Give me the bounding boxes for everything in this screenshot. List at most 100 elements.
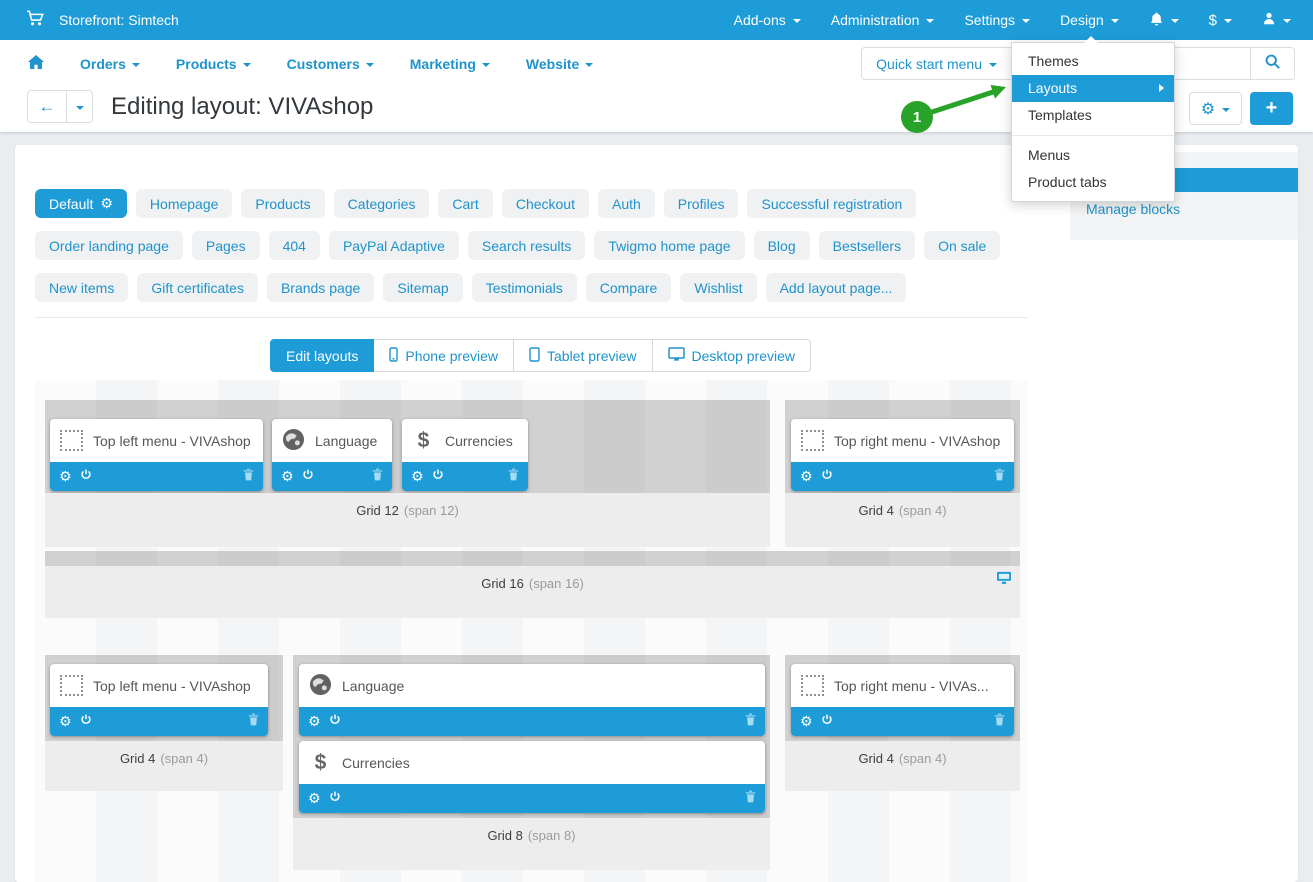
home-button[interactable] (28, 55, 44, 72)
nav-item-website[interactable]: Website (526, 56, 593, 72)
menu-item-menus[interactable]: Menus (1012, 142, 1174, 169)
block-language[interactable]: Language ⚙ (272, 419, 392, 491)
back-button-group: ← (27, 90, 93, 123)
menu-divider (1012, 135, 1174, 136)
block-top-left-menu[interactable]: Top left menu - VIVAshop ⚙ (50, 419, 263, 491)
layout-page-pill[interactable]: Compare (586, 273, 672, 302)
block-settings-icon[interactable]: ⚙ (411, 468, 424, 485)
block-power-icon[interactable] (432, 468, 444, 486)
block-settings-icon[interactable]: ⚙ (800, 468, 813, 485)
menu-item-product-tabs[interactable]: Product tabs (1012, 169, 1174, 196)
layout-page-pill[interactable]: Bestsellers (819, 231, 915, 260)
manage-blocks-link[interactable]: Manage blocks (1086, 201, 1180, 217)
dollar-icon: $ (412, 429, 435, 453)
block-delete-icon[interactable] (508, 468, 519, 486)
layout-page-pill[interactable]: PayPal Adaptive (329, 231, 459, 260)
back-button[interactable]: ← (27, 90, 67, 123)
block-top-left-menu[interactable]: Top left menu - VIVAshop ⚙ (50, 664, 268, 736)
notifications-menu[interactable] (1149, 11, 1179, 30)
layout-page-pill[interactable]: Successful registration (747, 189, 916, 218)
layout-page-pill[interactable]: 404 (269, 231, 320, 260)
user-menu[interactable] (1262, 11, 1291, 29)
block-power-icon[interactable] (329, 713, 341, 731)
layout-page-pill[interactable]: Gift certificates (137, 273, 258, 302)
topbar-item-settings[interactable]: Settings (964, 12, 1030, 28)
layout-page-pill-add[interactable]: Add layout page... (766, 273, 907, 302)
block-currencies[interactable]: $ Currencies ⚙ (402, 419, 528, 491)
block-top-right-menu[interactable]: Top right menu - VIVAshop ⚙ (791, 419, 1014, 491)
tab-phone-preview[interactable]: Phone preview (374, 339, 514, 372)
layout-page-pill[interactable]: Wishlist (680, 273, 756, 302)
topbar-item-administration[interactable]: Administration (831, 12, 935, 28)
layout-page-pill[interactable]: Blog (754, 231, 810, 260)
gear-icon[interactable]: ⚙ (100, 195, 113, 212)
tab-desktop-preview[interactable]: Desktop preview (653, 339, 812, 372)
layout-page-pill[interactable]: Products (241, 189, 324, 218)
layout-page-pill[interactable]: On sale (924, 231, 1000, 260)
layout-page-pill[interactable]: Homepage (136, 189, 233, 218)
layout-page-pill[interactable]: Twigmo home page (594, 231, 744, 260)
topbar-item-design[interactable]: Design (1060, 12, 1119, 28)
currency-menu[interactable]: $ (1209, 12, 1232, 29)
block-power-icon[interactable] (80, 468, 92, 486)
layout-page-pill[interactable]: Testimonials (472, 273, 577, 302)
back-dropdown-button[interactable] (67, 90, 93, 123)
dollar-icon: $ (309, 751, 332, 775)
layout-page-pill[interactable]: Checkout (502, 189, 589, 218)
block-settings-icon[interactable]: ⚙ (281, 468, 294, 485)
block-settings-icon[interactable]: ⚙ (308, 713, 321, 730)
block-delete-icon[interactable] (248, 713, 259, 731)
block-delete-icon[interactable] (994, 468, 1005, 486)
quick-start-menu-button[interactable]: Quick start menu (862, 48, 1012, 79)
tab-tablet-preview[interactable]: Tablet preview (514, 339, 653, 372)
desktop-only-icon[interactable] (996, 571, 1012, 588)
layout-page-pill[interactable]: Sitemap (383, 273, 462, 302)
chevron-down-icon (243, 63, 251, 67)
layout-page-pill[interactable]: Order landing page (35, 231, 183, 260)
menu-item-themes[interactable]: Themes (1012, 48, 1174, 75)
block-language[interactable]: Language ⚙ (299, 664, 765, 736)
block-settings-icon[interactable]: ⚙ (800, 713, 813, 730)
search-button[interactable] (1250, 48, 1294, 79)
block-delete-icon[interactable] (372, 468, 383, 486)
menu-item-templates[interactable]: Templates (1012, 102, 1174, 129)
block-power-icon[interactable] (302, 468, 314, 486)
storefront-label[interactable]: Storefront: Simtech (59, 12, 179, 28)
layout-page-pill[interactable]: Pages (192, 231, 260, 260)
nav-item-marketing[interactable]: Marketing (410, 56, 490, 72)
layout-page-pill[interactable]: Cart (438, 189, 492, 218)
add-button[interactable]: + (1250, 92, 1293, 125)
block-settings-icon[interactable]: ⚙ (59, 468, 72, 485)
block-label: Language (342, 678, 404, 694)
layout-editor-canvas: Top left menu - VIVAshop ⚙ Language ⚙ $ … (35, 380, 1028, 882)
block-power-icon[interactable] (329, 790, 341, 808)
block-settings-icon[interactable]: ⚙ (59, 713, 72, 730)
block-power-icon[interactable] (821, 713, 833, 731)
nav-item-orders[interactable]: Orders (80, 56, 140, 72)
block-delete-icon[interactable] (243, 468, 254, 486)
layout-page-pill[interactable]: Search results (468, 231, 585, 260)
cart-icon[interactable] (26, 10, 45, 30)
block-delete-icon[interactable] (994, 713, 1005, 731)
menu-item-layouts[interactable]: Layouts (1012, 75, 1174, 102)
nav-item-customers[interactable]: Customers (287, 56, 374, 72)
topbar-item-addons[interactable]: Add-ons (734, 12, 801, 28)
layout-page-pill-default[interactable]: Default ⚙ (35, 189, 127, 218)
layout-page-pill[interactable]: Profiles (664, 189, 739, 218)
block-delete-icon[interactable] (745, 790, 756, 808)
grid8-label-area: Grid 8(span 8) (293, 818, 770, 870)
tab-edit-layouts[interactable]: Edit layouts (270, 339, 374, 372)
layout-page-pill[interactable]: Brands page (267, 273, 374, 302)
layout-page-pill[interactable]: New items (35, 273, 128, 302)
block-settings-icon[interactable]: ⚙ (308, 790, 321, 807)
block-power-icon[interactable] (80, 713, 92, 731)
layout-page-pill[interactable]: Categories (334, 189, 430, 218)
nav-item-products[interactable]: Products (176, 56, 251, 72)
bell-icon (1149, 11, 1164, 30)
block-delete-icon[interactable] (745, 713, 756, 731)
block-power-icon[interactable] (821, 468, 833, 486)
block-top-right-menu[interactable]: Top right menu - VIVAs... ⚙ (791, 664, 1014, 736)
settings-dropdown-button[interactable]: ⚙ (1189, 92, 1242, 125)
layout-page-pill[interactable]: Auth (598, 189, 655, 218)
block-currencies[interactable]: $ Currencies ⚙ (299, 741, 765, 813)
